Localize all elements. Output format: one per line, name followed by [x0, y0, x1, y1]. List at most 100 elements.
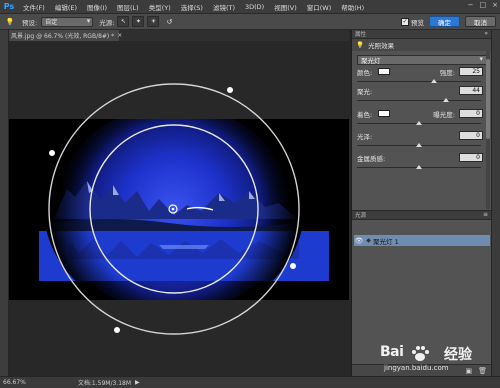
exposure-value[interactable]: 0	[459, 109, 483, 118]
exposure-slider-row	[352, 119, 491, 127]
menu-3d[interactable]: 3D(D)	[240, 3, 269, 11]
properties-scrollbar[interactable]	[486, 51, 490, 209]
ok-button[interactable]: 确定	[429, 16, 460, 27]
intensity-slider-thumb[interactable]	[430, 78, 437, 83]
lighting-effects-label: 光照效果	[368, 42, 395, 50]
ring-handle-top[interactable]	[227, 87, 233, 93]
menu-filter[interactable]: 滤镜(T)	[208, 2, 240, 12]
zoom-level[interactable]: 66.67%	[3, 379, 26, 386]
hotspot-row: 聚光: 44	[352, 85, 491, 96]
exposure-slider[interactable]	[357, 120, 481, 125]
watermark-url: jingyan.baidu.com	[384, 364, 449, 372]
metallic-value[interactable]: 0	[459, 153, 483, 162]
light-overlay[interactable]	[9, 41, 349, 376]
window-controls: − □ ×	[468, 1, 498, 9]
menu-bar: Ps 文件(F) 编辑(E) 图像(I) 图层(L) 类型(Y) 选择(S) 滤…	[0, 0, 500, 14]
color-label: 颜色:	[357, 68, 373, 77]
ring-handle-left[interactable]	[49, 150, 55, 156]
metallic-row: 金属质感: 0	[352, 152, 491, 163]
metallic-label: 金属质感:	[357, 154, 386, 163]
baidu-watermark: Bai 经验 jingyan.baidu.com	[380, 344, 498, 384]
lights-menu-icon[interactable]: ≡	[483, 211, 488, 218]
add-spot-light-button[interactable]: ↖	[117, 16, 130, 27]
menu-help[interactable]: 帮助(H)	[336, 2, 369, 12]
menu-window[interactable]: 窗口(W)	[302, 2, 337, 12]
preset-select[interactable]: 自定	[41, 16, 94, 27]
hotspot-slider-row	[352, 96, 491, 104]
intensity-slider-row	[352, 77, 491, 85]
paw-logo-icon	[412, 346, 429, 361]
canvas-area[interactable]	[9, 41, 349, 376]
hotspot-slider[interactable]	[357, 97, 481, 102]
light-type-row: 聚光灯	[352, 53, 491, 66]
spotlight-icon: ◆	[366, 237, 371, 244]
minimize-icon[interactable]: −	[468, 1, 474, 9]
preview-label: 预览	[411, 18, 424, 27]
visibility-eye-icon[interactable]: 👁	[354, 237, 364, 245]
exposure-label: 曝光度:	[433, 110, 455, 119]
document-title: 风景.jpg @ 66.7% (光效, RGB/8#) *	[11, 33, 115, 40]
menu-image[interactable]: 图像(I)	[82, 2, 112, 12]
hotspot-label: 聚光:	[357, 87, 373, 96]
options-bar: 💡 预设: 自定 光源: ↖ ✦ ☀ ↺ ✓ 预览 确定 取消	[0, 14, 500, 30]
properties-title: 属性	[355, 32, 367, 38]
lighting-tool-icon[interactable]: 💡	[4, 16, 16, 28]
gloss-slider-row	[352, 141, 491, 149]
intensity-slider[interactable]	[357, 78, 481, 83]
hotspot-slider-thumb[interactable]	[443, 97, 450, 102]
options-right: ✓ 预览 确定 取消	[401, 16, 496, 27]
ring-handle-right[interactable]	[290, 263, 296, 269]
properties-panel: 属性 » 💡 光照效果 聚光灯 颜色: 强度: 25 聚光: 44 着色: 曝光…	[351, 30, 491, 210]
gloss-slider-thumb[interactable]	[416, 142, 422, 147]
hotspot-value[interactable]: 44	[459, 86, 483, 95]
light-type-select[interactable]: 聚光灯	[357, 54, 487, 65]
status-menu-arrow-icon[interactable]: ▶	[135, 379, 140, 386]
light-list-item[interactable]: 👁 ◆ 聚光灯 1	[354, 235, 490, 246]
lights-title: 光源	[355, 213, 367, 219]
tab-close-icon[interactable]: ×	[117, 32, 122, 39]
watermark-brand: Bai	[380, 344, 404, 360]
menu-edit[interactable]: 编辑(E)	[50, 2, 82, 12]
menu-layer[interactable]: 图层(L)	[112, 2, 144, 12]
gloss-label: 光泽:	[357, 132, 373, 141]
add-infinite-light-button[interactable]: ☀	[147, 16, 160, 27]
document-size: 文档:1.59M/3.18M	[77, 380, 132, 387]
light-name: 聚光灯 1	[373, 237, 399, 246]
gloss-slider[interactable]	[357, 142, 481, 147]
ring-handle-bottom[interactable]	[114, 327, 120, 333]
metallic-slider-row	[352, 163, 491, 171]
gloss-value[interactable]: 0	[459, 131, 483, 140]
collapse-icon[interactable]: »	[484, 30, 488, 37]
light-center-dot	[171, 207, 175, 211]
document-tab[interactable]: 风景.jpg @ 66.7% (光效, RGB/8#) * ×	[9, 30, 122, 41]
colorize-swatch[interactable]	[378, 110, 391, 117]
lighting-effects-icon: 💡	[356, 41, 365, 49]
menu-file[interactable]: 文件(F)	[18, 2, 50, 12]
menu-view[interactable]: 视图(V)	[269, 2, 302, 12]
preview-checkbox[interactable]: ✓	[401, 17, 409, 26]
colorize-label: 着色:	[357, 110, 373, 119]
preset-label: 预设:	[22, 18, 38, 27]
metallic-slider-thumb[interactable]	[416, 164, 422, 169]
close-icon[interactable]: ×	[492, 1, 498, 9]
maximize-icon[interactable]: □	[480, 1, 487, 9]
photoshop-logo: Ps	[3, 2, 15, 11]
metallic-slider[interactable]	[357, 164, 481, 169]
light-color-swatch[interactable]	[378, 68, 391, 75]
intensity-value[interactable]: 25	[459, 67, 483, 76]
tools-panel	[0, 30, 9, 376]
intensity-arc[interactable]	[186, 206, 214, 211]
reset-icon[interactable]: ↺	[163, 16, 175, 28]
properties-header: 属性 »	[352, 30, 491, 39]
exposure-slider-thumb[interactable]	[416, 120, 422, 125]
properties-scroll-thumb[interactable]	[486, 59, 490, 139]
watermark-suffix: 经验	[444, 347, 472, 363]
document-tabbar: 风景.jpg @ 66.7% (光效, RGB/8#) * ×	[9, 30, 349, 41]
menu-select[interactable]: 选择(S)	[176, 2, 208, 12]
cancel-button[interactable]: 取消	[465, 16, 496, 27]
preview-toggle[interactable]: ✓ 预览	[401, 17, 424, 27]
intensity-label: 强度:	[439, 68, 455, 77]
menu-type[interactable]: 类型(Y)	[144, 2, 176, 12]
panel-dock-strip	[491, 30, 500, 376]
add-point-light-button[interactable]: ✦	[132, 16, 145, 27]
